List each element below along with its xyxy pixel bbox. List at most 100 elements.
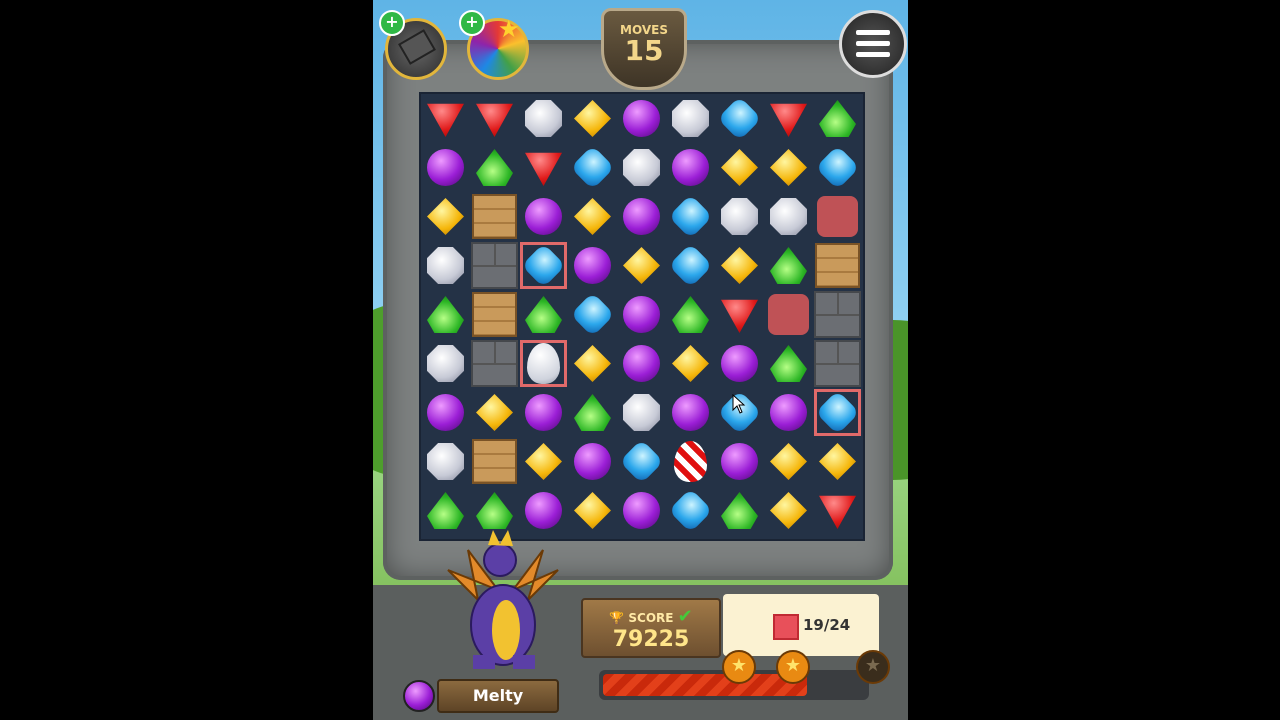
board-cell[interactable] <box>519 437 568 486</box>
green-gem <box>525 296 562 333</box>
stone-block <box>814 340 861 387</box>
board-cell[interactable] <box>666 388 715 437</box>
board-cell[interactable] <box>421 192 470 241</box>
board-cell[interactable] <box>666 290 715 339</box>
board-cell[interactable] <box>617 143 666 192</box>
board-cell[interactable] <box>813 143 862 192</box>
board-cell[interactable] <box>617 290 666 339</box>
board-cell[interactable] <box>519 388 568 437</box>
board-cell[interactable] <box>421 339 470 388</box>
green-gem <box>476 149 513 186</box>
board-cell[interactable] <box>715 290 764 339</box>
plus-icon[interactable]: + <box>459 10 485 36</box>
board-cell[interactable] <box>617 437 666 486</box>
board-cell[interactable] <box>715 437 764 486</box>
game-board[interactable] <box>419 92 865 541</box>
board-cell[interactable] <box>617 486 666 535</box>
yellow-gem <box>770 149 807 186</box>
board-cell[interactable] <box>666 241 715 290</box>
board-cell[interactable] <box>568 339 617 388</box>
board-cell[interactable] <box>813 437 862 486</box>
board-cell[interactable] <box>666 437 715 486</box>
board-cell[interactable] <box>617 388 666 437</box>
board-cell[interactable] <box>470 143 519 192</box>
board-cell[interactable] <box>470 192 519 241</box>
board-cell[interactable] <box>519 143 568 192</box>
board-cell[interactable] <box>764 290 813 339</box>
green-gem <box>427 492 464 529</box>
board-cell[interactable] <box>813 290 862 339</box>
board-cell[interactable] <box>666 339 715 388</box>
board-cell[interactable] <box>764 339 813 388</box>
board-cell[interactable] <box>617 339 666 388</box>
board-cell[interactable] <box>568 388 617 437</box>
red-gem <box>525 152 562 186</box>
board-cell[interactable] <box>715 94 764 143</box>
board-cell[interactable] <box>666 94 715 143</box>
board-cell[interactable] <box>764 94 813 143</box>
green-gem <box>476 492 513 529</box>
board-cell[interactable] <box>666 192 715 241</box>
star-icon: ★ <box>856 650 890 684</box>
board-cell[interactable] <box>764 192 813 241</box>
board-cell[interactable] <box>764 241 813 290</box>
board-cell[interactable] <box>519 241 568 290</box>
board-cell[interactable] <box>519 94 568 143</box>
board-cell[interactable] <box>568 241 617 290</box>
board-cell[interactable] <box>715 143 764 192</box>
board-cell[interactable] <box>421 437 470 486</box>
board-cell[interactable] <box>519 339 568 388</box>
board-cell[interactable] <box>617 192 666 241</box>
board-cell[interactable] <box>764 437 813 486</box>
board-cell[interactable] <box>666 143 715 192</box>
board-cell[interactable] <box>715 486 764 535</box>
board-cell[interactable] <box>470 388 519 437</box>
board-cell[interactable] <box>470 339 519 388</box>
blue-gem <box>521 243 566 288</box>
board-cell[interactable] <box>813 94 862 143</box>
board-cell[interactable] <box>568 290 617 339</box>
board-cell[interactable] <box>421 290 470 339</box>
blue-gem <box>668 243 713 288</box>
score-panel: 🏆 SCORE ✔ 79225 <box>581 598 721 658</box>
board-cell[interactable] <box>568 94 617 143</box>
white-gem <box>427 247 464 284</box>
board-cell[interactable] <box>813 241 862 290</box>
board-cell[interactable] <box>568 192 617 241</box>
board-cell[interactable] <box>421 388 470 437</box>
board-cell[interactable] <box>568 486 617 535</box>
board-cell[interactable] <box>421 94 470 143</box>
board-cell[interactable] <box>813 339 862 388</box>
board-cell[interactable] <box>666 486 715 535</box>
yellow-gem <box>770 492 807 529</box>
yellow-gem <box>574 345 611 382</box>
board-cell[interactable] <box>421 241 470 290</box>
blue-gem <box>668 194 713 239</box>
board-cell[interactable] <box>519 290 568 339</box>
board-cell[interactable] <box>470 290 519 339</box>
board-cell[interactable] <box>470 437 519 486</box>
board-cell[interactable] <box>813 388 862 437</box>
board-cell[interactable] <box>715 192 764 241</box>
board-cell[interactable] <box>519 192 568 241</box>
board-cell[interactable] <box>764 486 813 535</box>
board-cell[interactable] <box>617 241 666 290</box>
board-cell[interactable] <box>421 486 470 535</box>
menu-button[interactable] <box>839 10 907 78</box>
board-cell[interactable] <box>715 241 764 290</box>
board-cell[interactable] <box>764 143 813 192</box>
board-cell[interactable] <box>470 486 519 535</box>
board-cell[interactable] <box>568 143 617 192</box>
board-cell[interactable] <box>470 241 519 290</box>
board-cell[interactable] <box>813 486 862 535</box>
plus-icon[interactable]: + <box>379 10 405 36</box>
yellow-gem <box>770 443 807 480</box>
board-cell[interactable] <box>764 388 813 437</box>
board-cell[interactable] <box>568 437 617 486</box>
board-cell[interactable] <box>715 339 764 388</box>
board-cell[interactable] <box>519 486 568 535</box>
board-cell[interactable] <box>813 192 862 241</box>
board-cell[interactable] <box>470 94 519 143</box>
board-cell[interactable] <box>617 94 666 143</box>
board-cell[interactable] <box>421 143 470 192</box>
